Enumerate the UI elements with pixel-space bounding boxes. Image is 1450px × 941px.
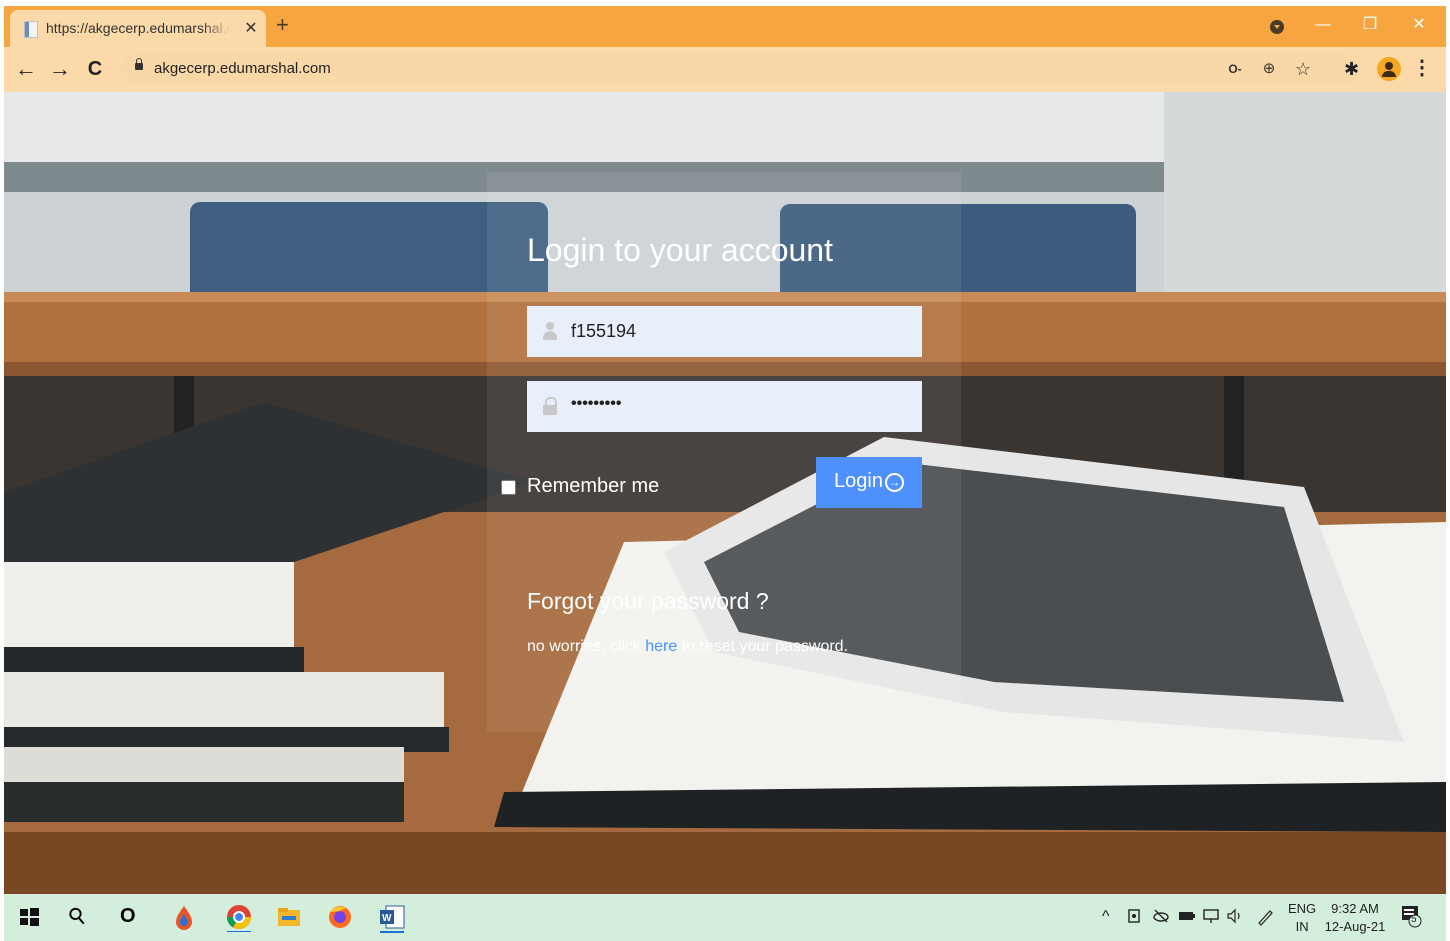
pen-ink-icon[interactable]	[1256, 908, 1274, 929]
profile-menu-icon[interactable]	[1270, 20, 1284, 34]
svg-text:W: W	[382, 913, 392, 924]
url-text[interactable]: akgecerp.edumarshal.com	[154, 60, 331, 77]
word-icon[interactable]: W	[378, 902, 406, 933]
show-hidden-icons-chevron-up-icon[interactable]: ^	[1102, 908, 1110, 926]
forgot-prefix: no worries, click	[527, 638, 646, 655]
user-icon	[542, 321, 558, 341]
forgot-password-text: no worries, click here to reset your pas…	[527, 638, 848, 656]
lock-icon[interactable]	[135, 58, 143, 70]
search-icon[interactable]: ⚲	[62, 900, 94, 933]
tab-title: https://akgecerp.edumarshal.com	[46, 20, 230, 36]
extensions-puzzle-icon[interactable]: ✱	[1344, 59, 1359, 80]
key-icon[interactable]: O-	[1224, 58, 1246, 80]
browser-toolbar: ← → C akgecerp.edumarshal.com O- ⊕ ☆ ✱ ⋮	[4, 47, 1446, 92]
reset-password-link[interactable]: here	[645, 638, 677, 655]
minimize-button[interactable]: —	[1310, 12, 1336, 38]
login-button[interactable]: Login →	[816, 457, 922, 508]
bookmark-star-icon[interactable]: ☆	[1292, 58, 1314, 80]
forward-button[interactable]: →	[46, 55, 74, 83]
droplet-app-icon[interactable]	[172, 902, 196, 932]
restore-button[interactable]: ❐	[1357, 12, 1383, 38]
battery-icon[interactable]	[1178, 908, 1196, 927]
username-field[interactable]: f155194	[527, 306, 922, 357]
profile-avatar[interactable]	[1377, 57, 1401, 81]
forgot-suffix: to reset your password.	[677, 638, 849, 655]
file-explorer-icon[interactable]	[276, 902, 302, 932]
tray-app-icon[interactable]	[1126, 908, 1142, 927]
tab-close-icon[interactable]: ✕	[242, 18, 260, 38]
new-tab-button[interactable]: +	[276, 14, 289, 36]
clock-date: 12-Aug-21	[1324, 919, 1386, 934]
remember-me-checkbox[interactable]	[501, 480, 516, 495]
clock-time: 9:32 AM	[1331, 901, 1379, 916]
cortana-icon[interactable]: O	[120, 902, 136, 932]
start-button[interactable]	[20, 902, 40, 932]
browser-window: https://akgecerp.edumarshal.com ✕ + — ❐ …	[4, 6, 1446, 941]
notification-count: 5	[1411, 914, 1417, 925]
onedrive-off-icon[interactable]	[1152, 908, 1170, 927]
volume-icon[interactable]	[1226, 908, 1244, 927]
forgot-password-heading: Forgot your password ?	[527, 588, 769, 614]
login-button-label: Login	[834, 470, 883, 492]
language-label: ENG	[1288, 901, 1317, 916]
network-icon[interactable]	[1202, 908, 1220, 927]
input-language[interactable]: ENG IN	[1288, 900, 1316, 936]
zoom-icon[interactable]: ⊕	[1258, 58, 1280, 80]
browser-tab[interactable]: https://akgecerp.edumarshal.com ✕	[10, 10, 266, 47]
title-bar: https://akgecerp.edumarshal.com ✕ + — ❐ …	[4, 6, 1446, 47]
address-bar[interactable]: akgecerp.edumarshal.com O- ⊕ ☆	[120, 53, 1358, 85]
clock[interactable]: 9:32 AM 12-Aug-21	[1322, 900, 1388, 936]
password-value[interactable]: •••••••••	[571, 395, 621, 413]
chrome-icon[interactable]	[224, 902, 254, 933]
remember-me-label[interactable]: Remember me	[527, 475, 659, 498]
password-lock-icon	[542, 396, 558, 416]
region-label: IN	[1295, 919, 1309, 934]
login-page: Login to your account f155194 ••••••••• …	[4, 92, 1446, 894]
windows-taskbar: ⚲ O W ^ ENG IN 9:32 AM 12-Aug-21 5	[4, 894, 1446, 941]
close-window-button[interactable]: ✕	[1406, 12, 1432, 38]
back-button[interactable]: ←	[12, 55, 40, 83]
username-value[interactable]: f155194	[571, 321, 636, 342]
reload-button[interactable]: C	[81, 55, 109, 83]
page-favicon-icon	[24, 21, 38, 38]
password-field[interactable]: •••••••••	[527, 381, 922, 432]
login-title: Login to your account	[527, 232, 833, 268]
firefox-icon[interactable]	[326, 902, 354, 932]
arrow-right-circle-icon: →	[885, 473, 904, 492]
browser-menu-icon[interactable]: ⋮	[1412, 55, 1432, 80]
notification-center-icon[interactable]: 5	[1400, 904, 1424, 931]
